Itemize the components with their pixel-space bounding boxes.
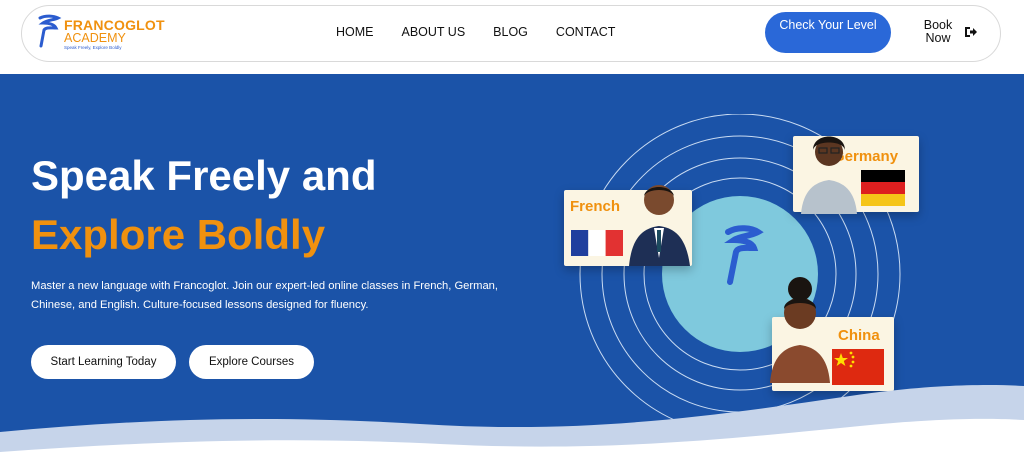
nav-link-about[interactable]: ABOUT US	[402, 25, 466, 39]
france-flag-icon	[571, 230, 623, 256]
hero-title-line1: Speak Freely and	[31, 152, 377, 199]
nav-link-home[interactable]: HOME	[336, 25, 374, 39]
logo[interactable]: FRANCOGLOT ACADEMY Speak Freely, Explore…	[34, 14, 174, 54]
french-card: French	[564, 185, 692, 266]
nav-links: HOME ABOUT US BLOG CONTACT	[336, 25, 643, 39]
student-avatar-icon	[801, 136, 857, 214]
sign-out-icon[interactable]	[964, 26, 977, 38]
brand-tagline: Speak Freely, Explore Boldly	[64, 45, 122, 50]
top-nav: FRANCOGLOT ACADEMY Speak Freely, Explore…	[0, 0, 1024, 74]
french-label: French	[570, 198, 621, 215]
nav-link-contact[interactable]: CONTACT	[556, 25, 616, 39]
student-avatar-icon	[629, 185, 690, 266]
brand-subtitle: ACADEMY	[64, 31, 126, 45]
bottom-wave	[0, 385, 1024, 467]
francoglot-logo-icon	[38, 14, 62, 48]
hero-section: Speak Freely and Explore Boldly Master a…	[0, 74, 1024, 467]
hero-title-line2: Explore Boldly	[31, 211, 326, 258]
nav-link-blog[interactable]: BLOG	[493, 25, 528, 39]
germany-card: Germany	[793, 136, 919, 214]
china-label: China	[838, 327, 880, 344]
hero-description: Master a new language with Francoglot. J…	[31, 280, 499, 311]
student-avatar-icon	[770, 277, 830, 383]
check-level-button[interactable]: Check Your Level	[765, 12, 891, 53]
book-now-link[interactable]: Book Now	[918, 19, 958, 45]
page: FRANCOGLOT ACADEMY Speak Freely, Explore…	[0, 0, 1024, 467]
germany-flag-icon	[861, 170, 905, 206]
